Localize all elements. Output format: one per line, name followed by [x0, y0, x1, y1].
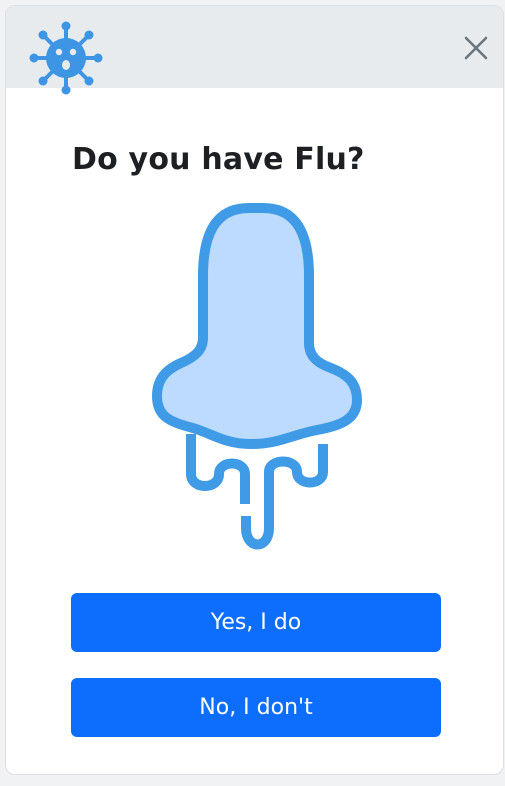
- dialog-title: Do you have Flu?: [72, 142, 365, 177]
- yes-button[interactable]: Yes, I do: [71, 593, 441, 652]
- dialog-header: [6, 6, 503, 95]
- runny-nose-icon: [152, 203, 362, 550]
- no-button[interactable]: No, I don't: [71, 678, 441, 737]
- close-icon[interactable]: [460, 32, 492, 64]
- virus-icon: [29, 21, 103, 95]
- flu-question-dialog: Do you have Flu? Yes, I do No, I don't: [5, 5, 504, 775]
